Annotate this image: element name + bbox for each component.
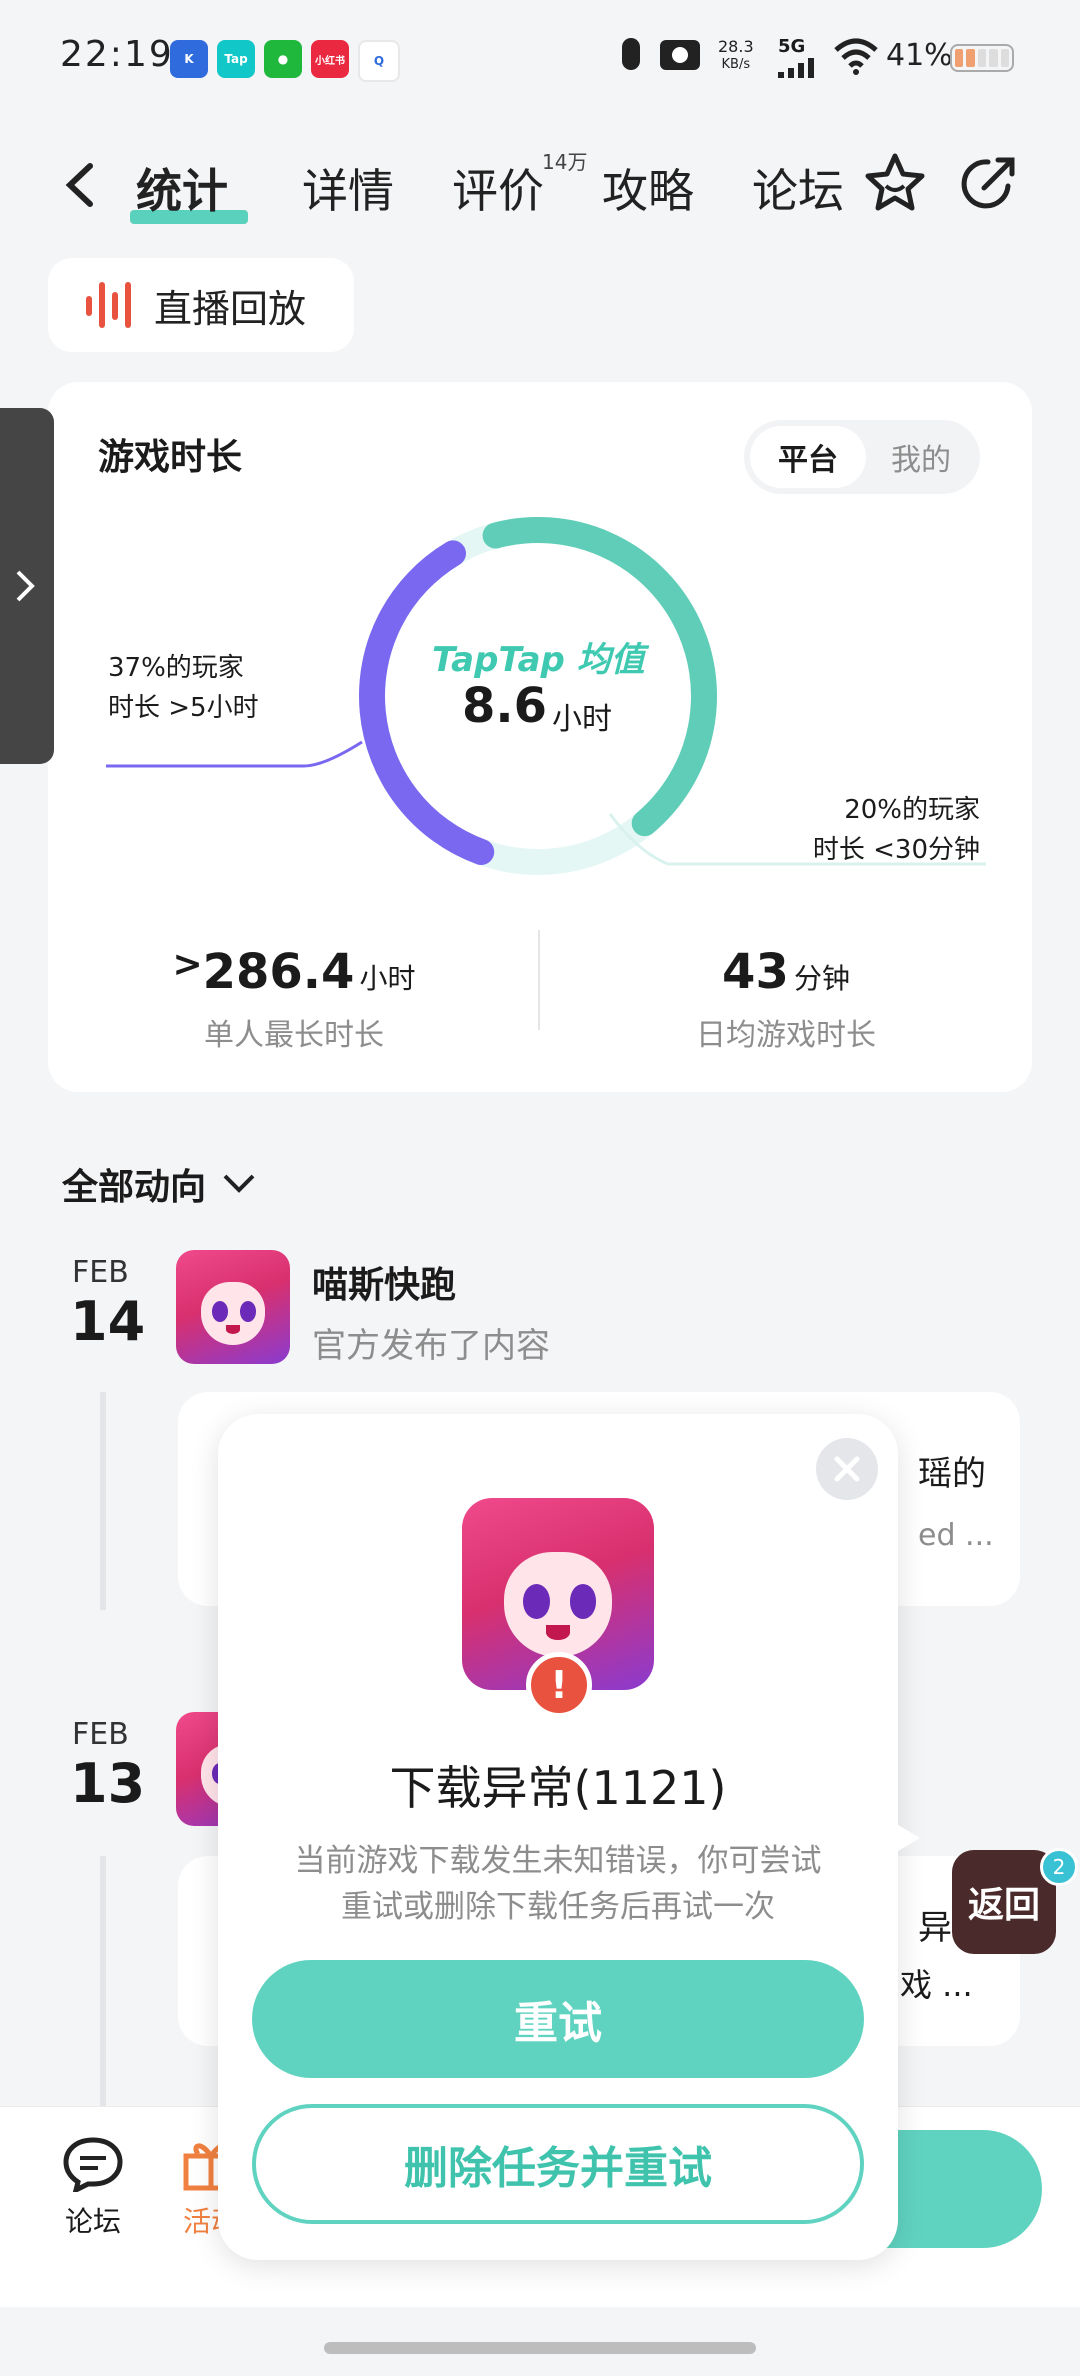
- live-replay-label: 直播回放: [154, 286, 307, 331]
- game-avatar[interactable]: [176, 1250, 290, 1364]
- toggle-mine[interactable]: 我的: [866, 426, 976, 488]
- side-drawer-handle[interactable]: [0, 408, 54, 764]
- dialog-title: 下载异常(1121): [389, 1761, 727, 1815]
- dialog-close-button[interactable]: [816, 1438, 878, 1500]
- microphone-icon: [622, 38, 640, 70]
- share-button[interactable]: [958, 152, 1020, 214]
- tab-details[interactable]: 详情: [302, 155, 394, 221]
- chevron-right-icon: [16, 570, 35, 602]
- post-snippet-more: ed ...: [918, 1518, 994, 1553]
- share-icon: [961, 157, 1015, 209]
- timeline-line: [100, 1392, 106, 1610]
- app-notification-icon-taptap: Tap: [217, 40, 255, 78]
- app-notification-icon-xiaohongshu: 小红书: [311, 40, 349, 78]
- live-replay-button[interactable]: 直播回放: [48, 258, 354, 352]
- entry-month: FEB: [72, 1717, 129, 1752]
- app-notification-icon-k: K: [170, 40, 208, 78]
- battery-percent: 41%: [886, 38, 953, 73]
- review-count-badge: 14万: [542, 150, 588, 174]
- post-snippet-more: 戏 ...: [900, 1966, 973, 2004]
- entry-day: 14: [70, 1290, 146, 1353]
- status-time: 22:19: [60, 34, 174, 75]
- stat-daily-average: 43 分钟 日均游戏时长: [696, 944, 876, 1053]
- dialog-message: 当前游戏下载发生未知错误，你可尝试 重试或删除下载任务后再试一次: [294, 1843, 822, 1925]
- camera-icon: [660, 40, 700, 70]
- feed-filter[interactable]: 全部动向: [62, 1158, 256, 1210]
- taptap-average-brand: TapTap 均值: [432, 640, 645, 680]
- battery-icon: [950, 44, 1014, 72]
- network-speed: 28.3 KB/s: [718, 37, 754, 73]
- tab-reviews[interactable]: 评价: [452, 155, 544, 221]
- scope-toggle: 平台 我的: [744, 420, 980, 494]
- entry-day: 13: [70, 1752, 146, 1815]
- entry-month: FEB: [72, 1255, 129, 1290]
- average-unit: 小时: [552, 702, 612, 737]
- tab-guides[interactable]: 攻略: [602, 155, 694, 221]
- wifi-icon: [834, 36, 878, 80]
- left-note-leader-line: [106, 740, 363, 768]
- average-value: 8.6: [462, 678, 548, 734]
- float-return-badge: 2: [1040, 1848, 1078, 1886]
- star-icon: [865, 153, 925, 211]
- app-notification-icon-q: Q: [358, 40, 400, 82]
- home-indicator: [324, 2342, 756, 2354]
- download-error-dialog: ! 下载异常(1121) 当前游戏下载发生未知错误，你可尝试 重试或删除下载任务后…: [218, 1414, 898, 2260]
- playtime-title: 游戏时长: [98, 437, 243, 478]
- sound-wave-icon: [86, 282, 132, 328]
- chevron-down-icon: [223, 1174, 255, 1193]
- dialog-pointer: [890, 1820, 920, 1856]
- right-note-leader-line: [608, 813, 986, 866]
- tab-forum[interactable]: 论坛: [752, 155, 844, 221]
- entry-author[interactable]: 喵斯快跑: [312, 1256, 456, 1308]
- status-bar: 22:19 K Tap ● 小红书 Q 28.3 KB/s 5G 41%: [0, 0, 1080, 100]
- close-icon: [834, 1456, 860, 1482]
- bottom-forum-button[interactable]: 论坛: [58, 2136, 128, 2240]
- stat-longest: >286.4 小时 单人最长时长: [172, 944, 416, 1053]
- favorite-button[interactable]: [862, 150, 928, 216]
- chat-bubble-icon: [63, 2137, 123, 2195]
- toggle-platform[interactable]: 平台: [750, 426, 866, 488]
- playtime-card: 游戏时长 平台 我的 TapTap 均值 8.6 小时 37%的玩家 时长 >5小…: [48, 382, 1032, 1092]
- post-snippet: 瑶的: [918, 1454, 986, 1494]
- exclamation-icon: !: [526, 1652, 592, 1718]
- network-type: 5G: [778, 36, 806, 57]
- delete-and-retry-button[interactable]: 删除任务并重试: [252, 2104, 864, 2224]
- timeline-line: [100, 1856, 106, 2106]
- retry-button[interactable]: 重试: [252, 1960, 864, 2078]
- entry-action: 官方发布了内容: [312, 1326, 550, 1366]
- tab-stats[interactable]: 统计: [136, 155, 228, 221]
- signal-icon: [778, 58, 820, 78]
- chevron-left-icon: [65, 163, 93, 207]
- wechat-icon: ●: [264, 40, 302, 78]
- back-button[interactable]: [60, 160, 100, 210]
